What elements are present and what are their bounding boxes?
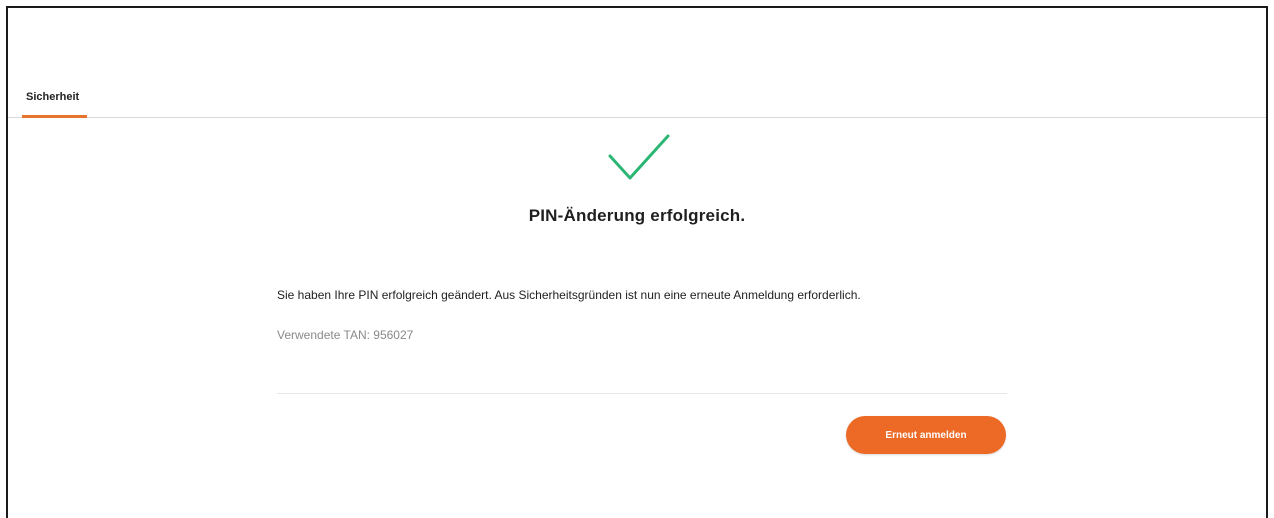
used-tan-text: Verwendete TAN: 956027 xyxy=(277,328,414,342)
active-tab-indicator xyxy=(22,115,88,118)
relogin-button[interactable]: Erneut anmelden xyxy=(846,416,1006,454)
tab-bar: Sicherheit xyxy=(8,8,1266,118)
tab-sicherheit[interactable]: Sicherheit xyxy=(18,84,88,118)
checkmark-icon xyxy=(608,134,670,180)
app-window: Sicherheit PIN-Änderung erfolgreich. Sie… xyxy=(6,6,1268,518)
success-message: Sie haben Ihre PIN erfolgreich geändert.… xyxy=(277,288,861,302)
tab-label: Sicherheit xyxy=(26,91,80,103)
divider xyxy=(277,393,1007,394)
success-title: PIN-Änderung erfolgreich. xyxy=(528,206,746,225)
